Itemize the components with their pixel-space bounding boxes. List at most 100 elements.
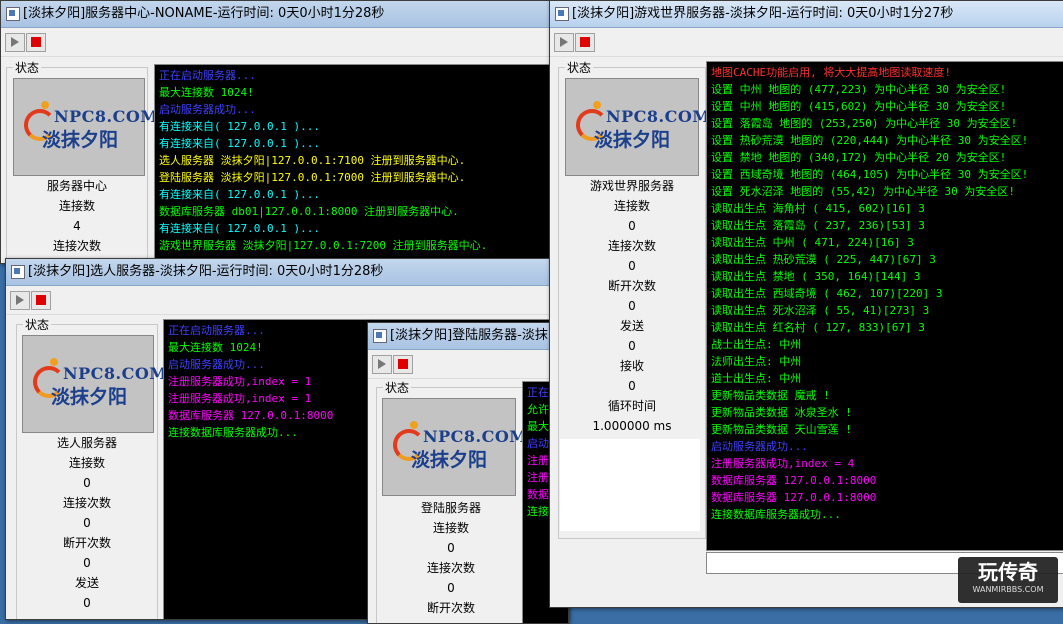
- log-line: 读取出生点 红名村 ( 127, 833)[67] 3: [711, 321, 925, 334]
- log-line: 启动服务器成功...: [711, 440, 808, 453]
- stat-line: 循环时间: [607, 399, 656, 413]
- log-console: 地图CACHE功能启用, 将大大提高地图读取速度! 设置 中州 地图的 (477,…: [706, 61, 1063, 551]
- log-line: 设置 中州 地图的 (415,602) 为中心半径 30 为安全区!: [711, 100, 1007, 113]
- log-line: 法师出生点: 中州: [711, 355, 802, 368]
- logo-brand-text: 淡抹夕阳: [594, 129, 671, 151]
- stat-line: 连接次数: [62, 496, 111, 510]
- stat-line: 1.000000 ms: [592, 419, 672, 433]
- log-line: 读取出生点 禁地 ( 350, 164)[144] 3: [711, 270, 921, 283]
- status-group-label: 状态: [383, 379, 412, 396]
- log-line: 读取出生点 海角村 ( 415, 602)[16] 3: [711, 202, 925, 215]
- log-line: 正在启动服务器...: [159, 69, 256, 82]
- log-console: 正在启动服务器... 最大连接数 1024! 启动服务器成功... 有连接来自( 12…: [154, 64, 561, 263]
- logo-npc-text: NPC8.COM: [606, 107, 711, 126]
- stat-line: 0: [83, 596, 91, 610]
- status-group-label: 状态: [565, 59, 594, 76]
- log-line: 读取出生点 死水沼泽 ( 55, 41)[273] 3: [711, 304, 930, 317]
- log-line: 连接数据库服务器成功...: [711, 508, 841, 521]
- log-line: 设置 西域奇境 地图的 (464,105) 为中心半径 30 为安全区!: [711, 168, 1029, 181]
- logo-npc-text: NPC8.COM: [54, 107, 159, 126]
- window-title: [淡抹夕阳]服务器中心-NONAME-运行时间: 0天0小时1分28秒: [23, 6, 385, 21]
- log-line: 道士出生点: 中州: [711, 372, 802, 385]
- stat-line: 连接次数: [426, 561, 475, 575]
- stat-line: 0: [447, 541, 455, 555]
- stop-button[interactable]: [31, 291, 51, 310]
- log-line: 游戏世界服务器 淡抹夕阳|127.0.0.1:7200 注册到服务器中心.: [159, 239, 488, 252]
- title-bar[interactable]: [淡抹夕阳]服务器中心-NONAME-运行时间: 0天0小时1分28秒: [1, 1, 561, 28]
- status-group-label: 状态: [23, 316, 52, 333]
- stat-line: 游戏世界服务器: [589, 179, 674, 193]
- stat-line: 发送: [74, 576, 99, 590]
- log-line: 启动服务器成功...: [159, 103, 256, 116]
- stat-line: 断开次数: [607, 279, 656, 293]
- log-line: 读取出生点 落霞岛 ( 237, 236)[53] 3: [711, 219, 925, 232]
- log-line: 有连接来自( 127.0.0.1 )...: [159, 120, 320, 133]
- log-line: 有连接来自( 127.0.0.1 )...: [159, 222, 320, 235]
- status-group: 状态 NPC8.COM 淡抹夕阳 服务器中心 连接数 4 连接次数: [6, 59, 158, 263]
- start-button[interactable]: [5, 33, 25, 52]
- start-button[interactable]: [10, 291, 30, 310]
- stat-line: 4: [73, 219, 81, 233]
- stat-line: 0: [83, 516, 91, 530]
- stat-line: 登陆服务器: [420, 501, 481, 515]
- status-group: 状态 NPC8.COM 淡抹夕阳 登陆服务器 连接数 0 连接次数 0 断开次数: [376, 379, 527, 623]
- app-icon: [6, 7, 20, 21]
- stat-line: 0: [628, 219, 636, 233]
- start-button[interactable]: [554, 33, 574, 52]
- log-line: 有连接来自( 127.0.0.1 )...: [159, 188, 320, 201]
- app-icon: [555, 7, 569, 21]
- log-line: 更新物品类数据 魔戒 !: [711, 389, 830, 402]
- title-bar[interactable]: [淡抹夕阳]登陆服务器-淡抹夕: [368, 323, 568, 350]
- log-line: 设置 禁地 地图的 (340,172) 为中心半径 20 为安全区!: [711, 151, 1007, 164]
- logo: NPC8.COM 淡抹夕阳: [565, 78, 710, 176]
- app-icon: [373, 329, 387, 343]
- logo: NPC8.COM 淡抹夕阳: [382, 398, 527, 496]
- stat-line: 0: [83, 556, 91, 570]
- toolbar: [6, 286, 566, 315]
- title-bar[interactable]: [淡抹夕阳]游戏世界服务器-淡抹夕阳-运行时间: 0天0小时1分27秒: [550, 1, 1063, 28]
- toolbar: [368, 350, 568, 379]
- stop-button[interactable]: [26, 33, 46, 52]
- log-line: 选人服务器 淡抹夕阳|127.0.0.1:7100 注册到服务器中心.: [159, 154, 466, 167]
- window-title: [淡抹夕阳]登陆服务器-淡抹夕: [390, 328, 561, 343]
- stat-line: 连接数: [68, 456, 105, 470]
- status-blank-area: [560, 439, 700, 531]
- logo-dot-icon: [410, 421, 418, 429]
- stat-line: 连接数: [432, 521, 469, 535]
- log-line: 更新物品类数据 天山雪莲 !: [711, 423, 852, 436]
- toolbar: [550, 28, 1063, 57]
- start-button[interactable]: [372, 355, 392, 374]
- logo-dot-icon: [41, 101, 49, 109]
- log-line: 设置 死水沼泽 地图的 (55,42) 为中心半径 30 为安全区!: [711, 185, 1015, 198]
- stat-line: 0: [628, 299, 636, 313]
- stop-button[interactable]: [393, 355, 413, 374]
- log-line: 设置 落霞岛 地图的 (253,250) 为中心半径 30 为安全区!: [711, 117, 1018, 130]
- stat-line: 断开次数: [426, 601, 475, 615]
- log-line: 更新物品类数据 冰泉圣水 !: [711, 406, 852, 419]
- stat-line: 0: [628, 259, 636, 273]
- logo-dot-icon: [593, 101, 601, 109]
- window-title: [淡抹夕阳]游戏世界服务器-淡抹夕阳-运行时间: 0天0小时1分27秒: [572, 6, 954, 21]
- login-server-window: [淡抹夕阳]登陆服务器-淡抹夕 状态 NPC8.COM 淡抹夕阳 登陆服务器连接…: [367, 322, 569, 624]
- app-icon: [11, 265, 25, 279]
- logo: NPC8.COM 淡抹夕阳: [13, 78, 158, 176]
- log-line: 登陆服务器 淡抹夕阳|127.0.0.1:7000 注册到服务器中心.: [159, 171, 466, 184]
- log-line: 设置 热砂荒漠 地图的 (220,444) 为中心半径 30 为安全区!: [711, 134, 1029, 147]
- world-server-window: [淡抹夕阳]游戏世界服务器-淡抹夕阳-运行时间: 0天0小时1分27秒 状态 N…: [549, 0, 1063, 608]
- log-line: 战士出生点: 中州: [711, 338, 802, 351]
- watermark-text: 玩传奇: [978, 560, 1038, 584]
- stop-button[interactable]: [575, 33, 595, 52]
- title-bar[interactable]: [淡抹夕阳]选人服务器-淡抹夕阳-运行时间: 0天0小时1分28秒: [6, 259, 566, 286]
- stat-line: 0: [83, 476, 91, 490]
- server-center-window: [淡抹夕阳]服务器中心-NONAME-运行时间: 0天0小时1分28秒 状态 N…: [0, 0, 562, 264]
- log-line: 数据库服务器 127.0.0.1:8000: [711, 491, 877, 504]
- logo-brand-text: 淡抹夕阳: [51, 386, 128, 408]
- logo: NPC8.COM 淡抹夕阳: [22, 335, 167, 433]
- stat-line: 0: [628, 379, 636, 393]
- log-line: 设置 中州 地图的 (477,223) 为中心半径 30 为安全区!: [711, 83, 1007, 96]
- log-line: 地图CACHE功能启用, 将大大提高地图读取速度!: [711, 66, 951, 79]
- stat-line: 接收: [619, 359, 644, 373]
- log-line: 数据库服务器 127.0.0.1:8000: [711, 474, 877, 487]
- stat-line: 连接次数: [607, 239, 656, 253]
- log-line: 数据库服务器 db01|127.0.0.1:8000 注册到服务器中心.: [159, 205, 459, 218]
